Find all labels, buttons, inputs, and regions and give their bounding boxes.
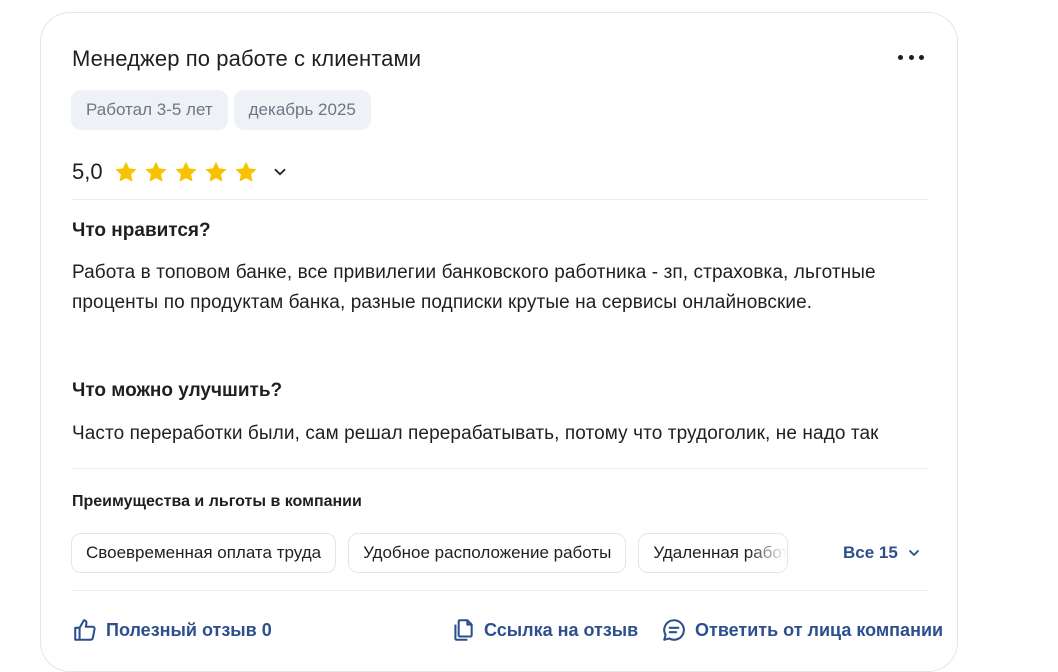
benefits-heading: Преимущества и льготы в компании bbox=[72, 493, 362, 510]
show-all-benefits-button[interactable]: Все 15 bbox=[843, 543, 922, 563]
improve-heading: Что можно улучшить? bbox=[72, 380, 283, 401]
copy-icon bbox=[454, 619, 473, 641]
rating-stars bbox=[113, 159, 259, 185]
benefit-chip[interactable]: Удаленная работа bbox=[638, 533, 789, 573]
helpful-label: Полезный отзыв 0 bbox=[106, 619, 272, 640]
benefits-list: Своевременная оплата труда Удобное распо… bbox=[71, 533, 789, 573]
likes-heading: Что нравится? bbox=[72, 220, 211, 241]
date-tag: декабрь 2025 bbox=[233, 90, 371, 130]
reply-label: Ответить от лица компании bbox=[695, 619, 944, 640]
star-icon bbox=[205, 161, 227, 182]
rating-value: 5,0 bbox=[72, 159, 103, 184]
star-icon bbox=[115, 161, 137, 182]
chevron-down-icon[interactable] bbox=[271, 163, 289, 181]
show-all-label: Все 15 bbox=[843, 543, 898, 562]
chevron-down-icon bbox=[908, 550, 919, 556]
benefit-chip[interactable]: Своевременная оплата труда bbox=[71, 533, 337, 573]
star-icon bbox=[235, 161, 257, 182]
more-options-icon[interactable] bbox=[898, 47, 924, 67]
thumbs-up-icon bbox=[74, 619, 96, 641]
experience-tag: Работал 3-5 лет bbox=[71, 90, 228, 130]
star-icon bbox=[175, 161, 197, 182]
likes-text: Работа в топовом банке, все привилегии б… bbox=[72, 262, 876, 313]
review-position-title: Менеджер по работе с клиентами bbox=[72, 46, 422, 71]
reply-as-company-button[interactable]: Ответить от лица компании bbox=[661, 617, 943, 643]
improve-text: Часто переработки были, сам решал перера… bbox=[72, 423, 879, 444]
divider bbox=[72, 590, 929, 591]
benefit-chip[interactable]: Удобное расположение работы bbox=[348, 533, 627, 573]
rating-row: 5,0 bbox=[72, 159, 289, 185]
helpful-review-button[interactable]: Полезный отзыв 0 bbox=[72, 617, 272, 643]
star-icon bbox=[145, 161, 167, 182]
review-actions: Полезный отзыв 0 Ссылка на отзыв Ответит… bbox=[72, 617, 943, 651]
review-card: Менеджер по работе с клиентами Работал 3… bbox=[40, 12, 958, 672]
chat-bubble-icon bbox=[663, 619, 685, 641]
divider bbox=[72, 199, 929, 200]
divider bbox=[72, 468, 929, 469]
review-tags: Работал 3-5 лет декабрь 2025 bbox=[71, 90, 371, 130]
review-link-label: Ссылка на отзыв bbox=[484, 619, 639, 640]
review-link-button[interactable]: Ссылка на отзыв bbox=[450, 617, 638, 643]
